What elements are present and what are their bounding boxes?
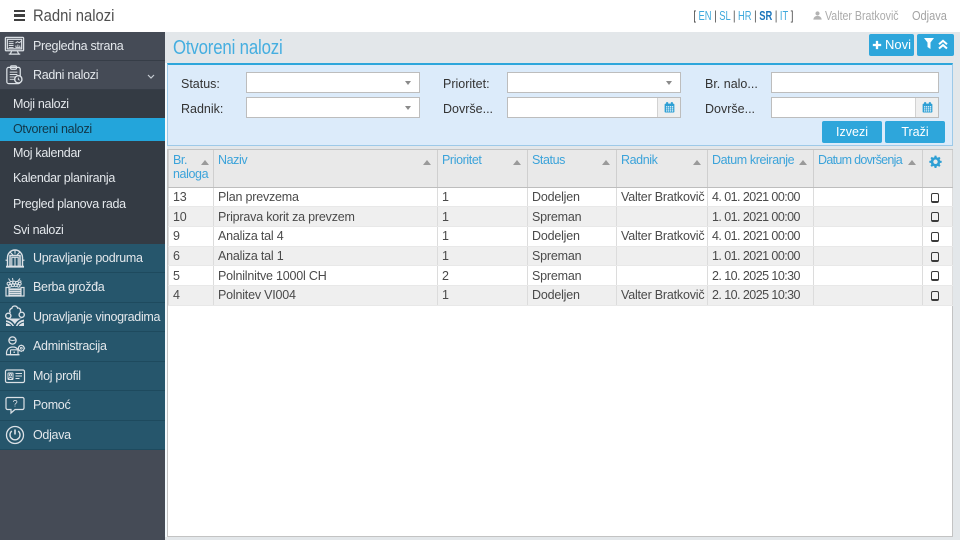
svg-text:?: ? (13, 399, 18, 409)
